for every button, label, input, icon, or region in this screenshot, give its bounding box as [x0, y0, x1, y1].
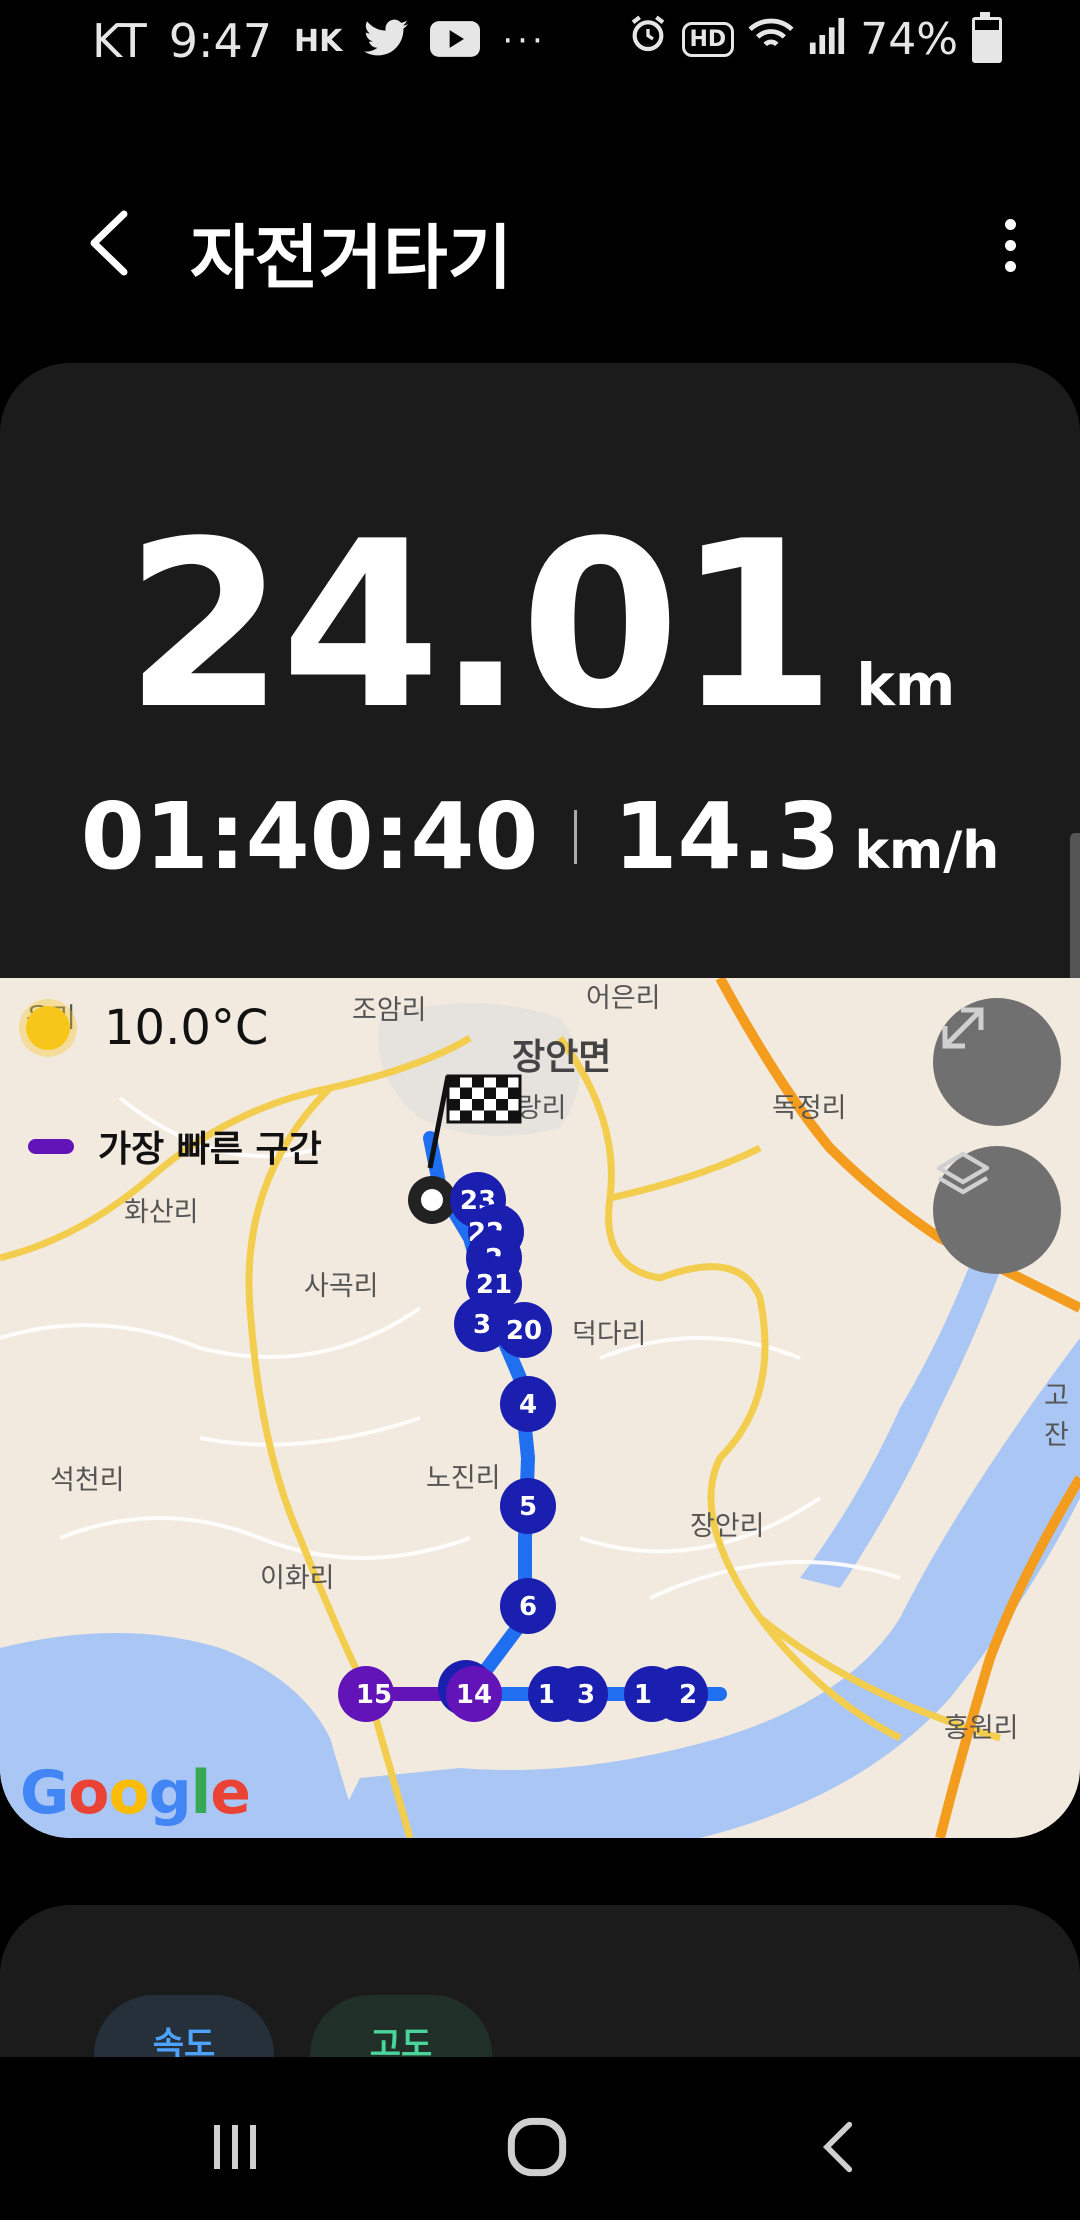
tab-speed[interactable]: 속도: [94, 1995, 274, 2057]
split-marker-4[interactable]: 4: [500, 1376, 556, 1432]
avg-speed-value: 14.3: [613, 783, 841, 890]
duration-value: 01:40:40: [80, 783, 539, 890]
google-letter: o: [68, 1758, 109, 1828]
google-letter: l: [190, 1758, 212, 1828]
carrier-label: KT: [92, 14, 147, 68]
nav-back-button[interactable]: [800, 2107, 880, 2187]
overflow-dots: ···: [502, 21, 547, 61]
recent-apps-button[interactable]: [195, 2107, 275, 2187]
status-left: KT 9:47 HK ···: [92, 14, 547, 68]
google-letter: G: [20, 1758, 69, 1828]
tab-altitude[interactable]: 고도: [310, 1995, 492, 2057]
battery-percent: 74%: [860, 14, 958, 65]
svg-text:4: 4: [519, 1390, 537, 1420]
layers-icon: [936, 1151, 990, 1195]
split-marker-3b[interactable]: 3: [552, 1666, 608, 1722]
split-marker-20[interactable]: 20: [496, 1302, 552, 1358]
svg-text:6: 6: [519, 1592, 537, 1622]
alarm-icon: [628, 14, 668, 65]
google-letter: o: [108, 1758, 149, 1828]
youtube-icon: [430, 14, 481, 68]
svg-text:3: 3: [577, 1680, 595, 1710]
back-icon: [822, 2121, 853, 2173]
svg-text:21: 21: [476, 1270, 512, 1300]
more-vertical-icon: [1004, 218, 1016, 230]
home-icon: [507, 2117, 567, 2177]
duration-speed-row: 01:40:40 14.3 km/h: [0, 783, 1080, 890]
more-options-button[interactable]: [980, 210, 1040, 280]
map-layers-button[interactable]: [933, 1146, 1061, 1274]
split-marker-2b[interactable]: 2: [652, 1666, 708, 1722]
split-marker-6[interactable]: 6: [500, 1578, 556, 1634]
system-nav-bar: [0, 2057, 1080, 2220]
distance-row: 24.01 km: [0, 493, 1080, 760]
clock: 9:47: [168, 14, 273, 68]
app-bar: 자전거타기: [0, 180, 1080, 310]
back-button[interactable]: [80, 208, 140, 278]
google-logo: Google: [20, 1758, 251, 1828]
chart-tabs-card: 속도 고도: [0, 1905, 1080, 2057]
page-title: 자전거타기: [190, 217, 512, 299]
svg-text:2: 2: [679, 1680, 697, 1710]
status-right: HD 74%: [628, 11, 1002, 65]
recent-apps-icon: [214, 2125, 256, 2169]
google-letter: e: [210, 1758, 251, 1828]
status-bar: KT 9:47 HK ··· HD 74%: [0, 0, 1080, 80]
split-marker-15[interactable]: 15: [338, 1666, 394, 1722]
speed-unit: km/h: [854, 821, 1000, 881]
expand-map-button[interactable]: [933, 998, 1061, 1126]
hd-voice-icon: HD: [681, 22, 735, 57]
expand-icon: [942, 1007, 984, 1049]
svg-text:15: 15: [356, 1680, 392, 1710]
svg-text:5: 5: [519, 1492, 537, 1522]
split-marker-5[interactable]: 5: [500, 1478, 556, 1534]
divider: [574, 809, 578, 864]
route-map[interactable]: 조암리 어은리 장안면 사랑리 독정리 화산리 사곡리 덕다리 석천리 노진리 …: [0, 978, 1080, 1838]
battery-icon: [972, 11, 1002, 63]
google-letter: g: [148, 1758, 192, 1828]
distance-unit: km: [856, 651, 956, 719]
split-markers: 23 22 2 21 3 20 4 5 6 15 14 10 3 11 2: [338, 1172, 708, 1722]
wifi-icon: [748, 14, 794, 65]
svg-text:20: 20: [506, 1316, 542, 1346]
more-dot: [1004, 239, 1016, 251]
signal-icon: [808, 14, 846, 65]
workout-summary-card: 24.01 km 01:40:40 14.3 km/h 조암리 어은리 장안면 …: [0, 363, 1080, 1838]
more-dot: [1004, 260, 1016, 272]
distance-value: 24.01: [124, 493, 837, 760]
hk-label: HK: [294, 23, 343, 59]
chevron-left-icon: [90, 210, 128, 276]
home-button[interactable]: [497, 2107, 577, 2187]
twitter-icon: [364, 14, 409, 68]
svg-text:14: 14: [456, 1680, 492, 1710]
svg-text:3: 3: [473, 1310, 491, 1340]
split-marker-14[interactable]: 14: [438, 1660, 502, 1722]
